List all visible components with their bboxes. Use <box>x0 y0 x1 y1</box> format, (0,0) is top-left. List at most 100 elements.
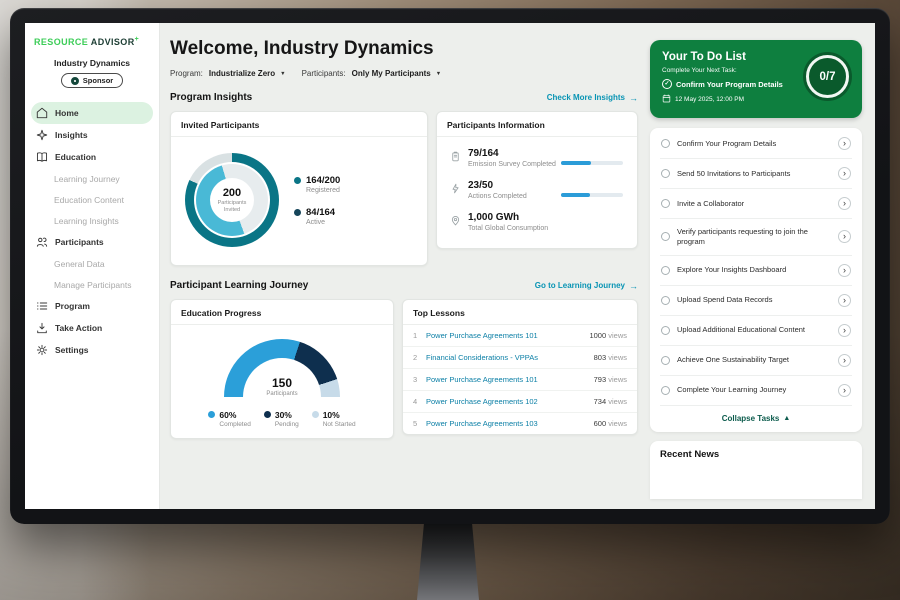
gear-icon <box>35 344 48 357</box>
task-row[interactable]: Upload Spend Data Records › <box>660 286 852 316</box>
clipboard-icon <box>449 151 462 162</box>
check-circle-icon: ✓ <box>662 79 672 89</box>
task-checkbox[interactable] <box>661 232 670 241</box>
lesson-link[interactable]: Power Purchase Agreements 103 <box>426 419 570 428</box>
nav-label: Learning Insights <box>54 216 119 226</box>
participants-select[interactable]: Only My Participants ▼ <box>352 69 442 78</box>
collapse-tasks-link[interactable]: Collapse Tasks ▲ <box>660 406 852 429</box>
lesson-row[interactable]: 4 Power Purchase Agreements 102 734 view… <box>403 391 637 413</box>
donut-center-label: Participants Invited <box>214 200 250 214</box>
lesson-link[interactable]: Power Purchase Agreements 101 <box>426 375 570 384</box>
legend-item-completed: 60% Completed <box>208 410 250 428</box>
legend-dot <box>208 411 215 418</box>
legend-dot <box>264 411 271 418</box>
logo-advisor: ADVISOR <box>91 37 135 47</box>
lesson-row[interactable]: 5 Power Purchase Agreements 103 600 view… <box>403 413 637 434</box>
todo-task-list: Confirm Your Program Details › Send 50 I… <box>650 128 862 432</box>
chevron-right-icon[interactable]: › <box>838 294 851 307</box>
task-checkbox[interactable] <box>661 326 670 335</box>
scene: RESOURCE ADVISOR+ Industry Dynamics Spon… <box>0 0 900 600</box>
chevron-right-icon[interactable]: › <box>838 384 851 397</box>
chevron-down-icon: ▼ <box>280 71 285 77</box>
sidebar: RESOURCE ADVISOR+ Industry Dynamics Spon… <box>25 23 160 509</box>
sidebar-item-learning-insights[interactable]: Learning Insights <box>25 210 159 231</box>
lesson-link[interactable]: Financial Considerations - VPPAs <box>426 353 570 362</box>
sidebar-item-manage-participants[interactable]: Manage Participants <box>25 274 159 295</box>
task-checkbox[interactable] <box>661 386 670 395</box>
sidebar-item-learning-journey[interactable]: Learning Journey <box>25 168 159 189</box>
sidebar-item-settings[interactable]: Settings <box>25 339 159 361</box>
gauge-legend: 60% Completed 30% Pending <box>208 410 355 428</box>
chevron-down-icon: ▼ <box>436 71 441 77</box>
task-row[interactable]: Send 50 Invitations to Participants › <box>660 159 852 189</box>
lesson-link[interactable]: Power Purchase Agreements 102 <box>426 397 570 406</box>
task-row[interactable]: Complete Your Learning Journey › <box>660 376 852 406</box>
chevron-right-icon[interactable]: › <box>838 324 851 337</box>
todo-progress-circle: 0/7 <box>806 55 849 98</box>
legend-dot <box>294 177 301 184</box>
program-insights-header: Program Insights Check More Insights → <box>170 92 638 103</box>
sidebar-item-education-content[interactable]: Education Content <box>25 189 159 210</box>
nav-label: Education Content <box>54 195 124 205</box>
sidebar-item-general-data[interactable]: General Data <box>25 253 159 274</box>
chevron-right-icon[interactable]: › <box>838 137 851 150</box>
task-row[interactable]: Invite a Collaborator › <box>660 189 852 219</box>
chevron-right-icon[interactable]: › <box>838 264 851 277</box>
info-row-actions: 23/50 Actions Completed <box>449 180 625 200</box>
chevron-right-icon[interactable]: › <box>838 167 851 180</box>
sidebar-item-participants[interactable]: Participants <box>25 231 159 253</box>
center-column: Welcome, Industry Dynamics Program: Indu… <box>160 23 644 509</box>
actions-progress-bar <box>561 193 623 197</box>
link-label: Go to Learning Journey <box>535 281 625 290</box>
task-row[interactable]: Explore Your Insights Dashboard › <box>660 256 852 286</box>
book-icon <box>35 151 48 164</box>
task-checkbox[interactable] <box>661 169 670 178</box>
sidebar-item-take-action[interactable]: Take Action <box>25 317 159 339</box>
program-select[interactable]: Industrialize Zero ▼ <box>209 69 286 78</box>
task-checkbox[interactable] <box>661 139 670 148</box>
insights-icon <box>35 129 48 142</box>
check-more-insights-link[interactable]: Check More Insights → <box>547 93 638 103</box>
donut-legend: 164/200 Registered 84/164 Active <box>294 175 340 226</box>
task-row[interactable]: Confirm Your Program Details › <box>660 129 852 159</box>
logo-plus: + <box>135 36 140 43</box>
sidebar-item-program[interactable]: Program <box>25 295 159 317</box>
sidebar-item-education[interactable]: Education <box>25 146 159 168</box>
chevron-right-icon[interactable]: › <box>838 230 851 243</box>
legend-item-active: 84/164 Active <box>294 207 340 226</box>
learning-journey-title: Participant Learning Journey <box>170 280 308 291</box>
task-row[interactable]: Upload Additional Educational Content › <box>660 316 852 346</box>
chevron-right-icon[interactable]: › <box>838 197 851 210</box>
todo-subtitle: Complete Your Next Task: <box>662 67 800 74</box>
task-checkbox[interactable] <box>661 356 670 365</box>
info-row-consumption: 1,000 GWh Total Global Consumption <box>449 212 625 232</box>
go-to-learning-journey-link[interactable]: Go to Learning Journey → <box>535 281 638 291</box>
task-row[interactable]: Verify participants requesting to join t… <box>660 219 852 256</box>
chevron-right-icon[interactable]: › <box>838 354 851 367</box>
lesson-row[interactable]: 3 Power Purchase Agreements 101 793 view… <box>403 369 637 391</box>
lesson-row[interactable]: 1 Power Purchase Agreements 101 1000 vie… <box>403 325 637 347</box>
nav-label: Program <box>55 301 90 311</box>
sponsor-badge[interactable]: Sponsor <box>61 73 123 88</box>
home-icon <box>35 107 48 120</box>
todo-title: Your To Do List <box>662 51 800 63</box>
nav-label: General Data <box>54 259 105 269</box>
location-pin-icon <box>449 215 462 226</box>
sidebar-item-home[interactable]: Home <box>31 102 153 124</box>
emission-progress-bar <box>561 161 623 165</box>
nav-label: Learning Journey <box>54 174 120 184</box>
app-window: RESOURCE ADVISOR+ Industry Dynamics Spon… <box>25 23 875 509</box>
task-checkbox[interactable] <box>661 296 670 305</box>
people-icon <box>35 236 48 249</box>
sidebar-item-insights[interactable]: Insights <box>25 124 159 146</box>
nav-label: Manage Participants <box>54 280 132 290</box>
task-row[interactable]: Achieve One Sustainability Target › <box>660 346 852 376</box>
lesson-row[interactable]: 2 Financial Considerations - VPPAs 803 v… <box>403 347 637 369</box>
lesson-link[interactable]: Power Purchase Agreements 101 <box>426 331 570 340</box>
monitor-stand <box>417 518 479 600</box>
filter-bar: Program: Industrialize Zero ▼ Participan… <box>170 69 638 78</box>
task-checkbox[interactable] <box>661 266 670 275</box>
program-insights-cards: Invited Participants 200 Participants In… <box>170 111 638 266</box>
card-title: Top Lessons <box>403 300 637 325</box>
task-checkbox[interactable] <box>661 199 670 208</box>
